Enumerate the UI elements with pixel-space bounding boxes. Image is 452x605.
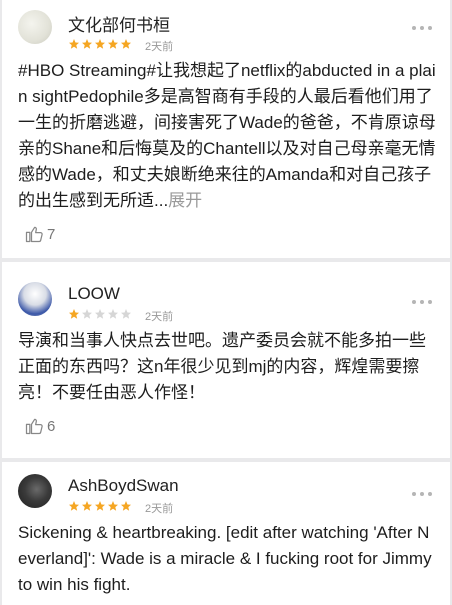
like-button[interactable]: 6 bbox=[24, 416, 55, 436]
rating-stars bbox=[68, 500, 132, 514]
more-dots-icon[interactable] bbox=[412, 300, 432, 304]
review-time: 2天前 bbox=[145, 41, 174, 53]
star-icon bbox=[69, 501, 79, 511]
star-icon bbox=[82, 501, 92, 511]
star-icon bbox=[108, 501, 118, 511]
star-icon bbox=[95, 309, 105, 319]
review-card: LOOW 2天前 导演和当事人快点去世吧。遗产委员会就不能多拍一些正面的东西吗？… bbox=[2, 262, 450, 458]
thumbs-up-icon bbox=[25, 226, 43, 243]
review-username[interactable]: LOOW bbox=[68, 284, 120, 304]
thumbs-up-icon bbox=[25, 418, 43, 435]
review-text: #HBO Streaming#让我想起了netflix的abducted in … bbox=[18, 61, 436, 210]
star-icon bbox=[108, 309, 118, 319]
star-icon bbox=[69, 309, 79, 319]
review-card: AshBoydSwan 2天前 Sickening & heartbreakin… bbox=[2, 462, 450, 605]
review-time: 2天前 bbox=[145, 503, 174, 515]
star-icon bbox=[121, 309, 131, 319]
more-dots-icon[interactable] bbox=[412, 492, 432, 496]
rating-stars bbox=[68, 308, 132, 322]
more-dots-icon[interactable] bbox=[412, 26, 432, 30]
star-icon bbox=[121, 501, 131, 511]
star-icon bbox=[82, 39, 92, 49]
like-count: 6 bbox=[47, 417, 56, 435]
expand-link[interactable]: 展开 bbox=[168, 191, 202, 210]
review-card: 文化部何书桓 2天前 #HBO Streaming#让我想起了netflix的a… bbox=[2, 0, 450, 258]
review-text: 导演和当事人快点去世吧。遗产委员会就不能多拍一些正面的东西吗？这n年很少见到mj… bbox=[18, 331, 426, 402]
review-username[interactable]: AshBoydSwan bbox=[68, 476, 179, 496]
review-time: 2天前 bbox=[145, 311, 174, 323]
user-avatar[interactable] bbox=[18, 474, 52, 508]
star-icon bbox=[95, 39, 105, 49]
review-text: Sickening & heartbreaking. [edit after w… bbox=[18, 523, 432, 594]
star-icon bbox=[108, 39, 118, 49]
like-count: 7 bbox=[47, 225, 56, 243]
user-avatar[interactable] bbox=[18, 10, 52, 44]
review-username[interactable]: 文化部何书桓 bbox=[68, 11, 170, 36]
star-icon bbox=[121, 39, 131, 49]
like-button[interactable]: 7 bbox=[24, 224, 55, 244]
star-icon bbox=[82, 309, 92, 319]
star-icon bbox=[69, 39, 79, 49]
user-avatar[interactable] bbox=[18, 282, 52, 316]
star-icon bbox=[95, 501, 105, 511]
rating-stars bbox=[68, 38, 132, 52]
